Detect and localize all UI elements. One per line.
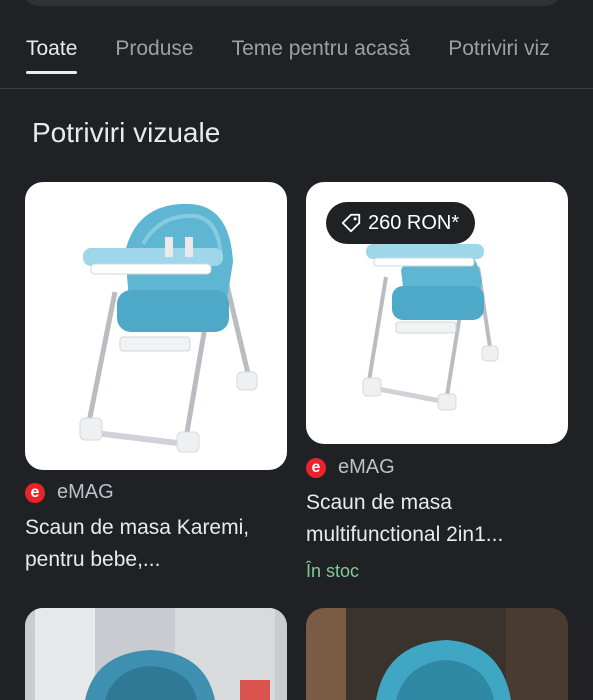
stock-status: În stoc xyxy=(306,561,360,581)
product-title-line-1: Scaun de masa Karemi, xyxy=(25,516,250,539)
price-badge: 260 RON* xyxy=(326,202,476,244)
source-name: eMAG xyxy=(338,456,395,478)
tab-potriviri-vizuale[interactable]: Potriviri viz xyxy=(448,30,550,73)
source-emag-1[interactable]: e eMAG xyxy=(25,481,114,504)
product-image-1[interactable] xyxy=(25,182,287,470)
high-chair-image xyxy=(306,608,568,700)
product-title-line-1: Scaun de masa xyxy=(306,491,452,514)
tab-toate[interactable]: Toate xyxy=(26,30,78,74)
source-name: eMAG xyxy=(57,481,114,503)
section-title: Potriviri vizuale xyxy=(32,117,221,148)
visual-matches-page: Toate Produse Teme pentru acasă Potrivir… xyxy=(0,0,593,700)
product-title-line-2: pentru bebe,... xyxy=(25,548,161,571)
price-tag-icon xyxy=(341,213,361,233)
filter-tabs: Toate Produse Teme pentru acasă Potrivir… xyxy=(0,30,593,89)
product-title-2[interactable]: Scaun de masa multifunctional 2in1... xyxy=(306,487,576,551)
price-text: 260 RON* xyxy=(368,211,460,234)
product-image-3[interactable] xyxy=(25,608,287,700)
high-chair-image xyxy=(25,608,287,700)
tab-teme-pentru-acasa[interactable]: Teme pentru acasă xyxy=(232,30,411,73)
product-title-line-2: multifunctional 2in1... xyxy=(306,523,504,546)
search-bar[interactable] xyxy=(22,0,562,6)
product-image-2[interactable]: 260 RON* xyxy=(306,182,568,444)
emag-logo-icon: e xyxy=(25,482,45,503)
product-title-1[interactable]: Scaun de masa Karemi, pentru bebe,... xyxy=(25,512,295,576)
source-emag-2[interactable]: e eMAG xyxy=(306,456,395,479)
emag-logo-icon: e xyxy=(306,457,326,478)
high-chair-image xyxy=(79,203,258,453)
product-image-4[interactable] xyxy=(306,608,568,700)
tab-produse[interactable]: Produse xyxy=(115,30,193,73)
